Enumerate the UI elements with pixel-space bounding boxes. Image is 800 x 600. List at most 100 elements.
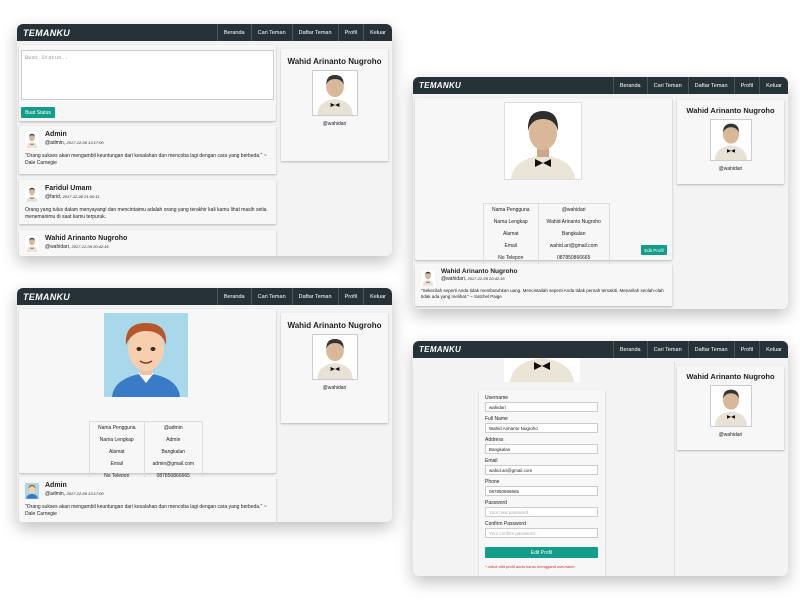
edit-profile-button[interactable]: Edit Profil [641,245,667,255]
nav-profil[interactable]: Profil [733,341,760,358]
post-card: Admin @admin, 2017-12-06 13:17:00 "Orang… [19,477,276,522]
info-value: @wahidari [538,203,610,216]
password-field[interactable]: Your new password.. [485,507,598,517]
username-field[interactable]: wahidari [485,402,598,412]
info-label: Alamat [89,446,145,458]
post-username[interactable]: @farid [45,194,60,200]
sidebar-name: Wahid Arinanto Nugroho [686,372,775,381]
post-card: Wahid Arinanto Nugroho @wahidari, 2017-1… [415,264,672,306]
field-label: Phone [485,479,500,485]
address-field[interactable]: Bangkalan [485,444,598,454]
email-field[interactable]: wahid.ari@gmail.com [485,465,598,475]
post-username[interactable]: @wahidari [45,244,69,250]
avatar[interactable] [25,186,39,202]
nav-daftar-teman[interactable]: Daftar Teman [291,288,338,305]
avatar[interactable] [25,132,39,148]
nav-beranda[interactable]: Beranda [612,77,647,94]
sidebar-avatar[interactable] [709,119,752,161]
nav-profil[interactable]: Profil [337,288,364,305]
info-value: wahid.ari@gmail.com [549,243,598,249]
confirm-password-field[interactable]: Your confirm password.. [485,528,598,538]
field-label: Full Name [485,416,508,422]
nav-daftar-teman[interactable]: Daftar Teman [291,24,338,41]
post-text: "Orang sukses akan mengambil keuntungan … [25,504,267,517]
sidebar-avatar[interactable] [311,334,358,380]
column-divider [674,362,675,576]
nav-profil[interactable]: Profil [733,77,760,94]
info-label: Nama Lengkap [89,434,145,446]
post-meta: @farid, 2017-12-08 21:00:11 [45,194,100,200]
info-label: No Telepon [483,252,539,265]
fullname-field[interactable]: Wahid Arinanto Nugroho [485,423,598,433]
avatar[interactable] [25,236,39,252]
post-card: Faridul Umam @farid, 2017-12-08 21:00:11… [19,180,276,224]
post-status-button[interactable]: Buat Status [21,107,55,118]
info-label: Nama Pengguna [483,203,539,216]
avatar[interactable] [421,270,435,286]
window-feed: TEMANKU Beranda Cari Teman Daftar Teman … [17,24,392,256]
nav-daftar-teman[interactable]: Daftar Teman [687,77,734,94]
post-username[interactable]: @wahidari [441,276,465,282]
post-meta: @wahidari, 2017-12-09 20:42:16 [441,276,505,282]
brand-logo[interactable]: TEMANKU [413,81,613,90]
status-input[interactable]: Buat Status.. [21,50,274,100]
post-text: "Sekecilah seperti Anda tidak membutuhka… [421,288,664,299]
info-label: Email [483,240,539,252]
post-meta: @wahidari, 2017-12-09 20:42:16 [45,244,109,250]
brand-logo[interactable]: TEMANKU [17,28,217,38]
sidebar-profile: Wahid Arinanto Nugroho @wahidari [281,49,388,161]
info-label: Email [89,458,145,470]
nav-beranda[interactable]: Beranda [612,341,647,358]
post-username[interactable]: @admin [45,140,64,146]
post-author[interactable]: Wahid Arinanto Nugroho [441,268,517,275]
info-value: Wahid Arinanto Nugroho [546,219,601,225]
nav-cari-teman[interactable]: Cari Teman [646,341,688,358]
nav-profil[interactable]: Profil [337,24,364,41]
post-author[interactable]: Admin [45,131,67,138]
brand-logo[interactable]: TEMANKU [413,345,613,354]
submit-edit-profile-button[interactable]: Edit Profil [485,547,598,558]
navbar: TEMANKU Beranda Cari Teman Daftar Teman … [17,288,392,305]
field-label: Address [485,437,504,443]
nav-beranda[interactable]: Beranda [216,288,251,305]
profile-photo-partial [504,358,580,382]
field-label: Password [485,500,507,506]
post-author[interactable]: Wahid Arinanto Nugroho [45,235,127,242]
edit-note: * untuk edit profil anda harus mengganti… [485,564,575,569]
post-time: 2017-12-09 20:42:16 [71,244,109,249]
nav-keluar[interactable]: Keluar [363,24,392,41]
avatar[interactable] [25,483,39,499]
info-label: Alamat [483,228,539,240]
profile-info-table: Nama Pengguna @admin Nama Lengkap Admin Al… [89,421,204,483]
info-value: Admin [166,437,181,443]
phone-field[interactable]: 087850866665 [485,486,598,496]
post-card: Wahid Arinanto Nugroho @wahidari, 2017-1… [19,230,276,256]
post-meta: @admin, 2017-12-06 13:17:00 [45,491,104,497]
field-label: Username [485,395,509,401]
info-value: 087850866665 [538,252,610,265]
post-username[interactable]: @admin [45,491,64,497]
info-value: @admin [144,421,203,434]
sidebar-name: Wahid Arinanto Nugroho [287,57,382,66]
navbar: TEMANKU Beranda Cari Teman Daftar Teman … [413,77,788,94]
info-value: Bangkalan [561,231,586,237]
nav-cari-teman[interactable]: Cari Teman [250,24,292,41]
post-time: 2017-12-06 13:17:00 [66,491,104,496]
sidebar-avatar[interactable] [311,70,358,116]
post-author[interactable]: Admin [45,482,67,489]
nav-daftar-teman[interactable]: Daftar Teman [687,341,734,358]
sidebar-name: Wahid Arinanto Nugroho [287,321,382,330]
sidebar-username: @wahidari [718,432,743,438]
nav-keluar[interactable]: Keluar [363,288,392,305]
nav-cari-teman[interactable]: Cari Teman [250,288,292,305]
nav-keluar[interactable]: Keluar [759,77,788,94]
post-author[interactable]: Faridul Umam [45,185,92,192]
sidebar-avatar[interactable] [709,385,752,427]
navbar: TEMANKU Beranda Cari Teman Daftar Teman … [413,341,788,358]
brand-logo[interactable]: TEMANKU [17,292,217,302]
nav-keluar[interactable]: Keluar [759,341,788,358]
sidebar-username: @wahidari [322,385,347,391]
navbar: TEMANKU Beranda Cari Teman Daftar Teman … [17,24,392,41]
nav-beranda[interactable]: Beranda [216,24,251,41]
nav-cari-teman[interactable]: Cari Teman [646,77,688,94]
